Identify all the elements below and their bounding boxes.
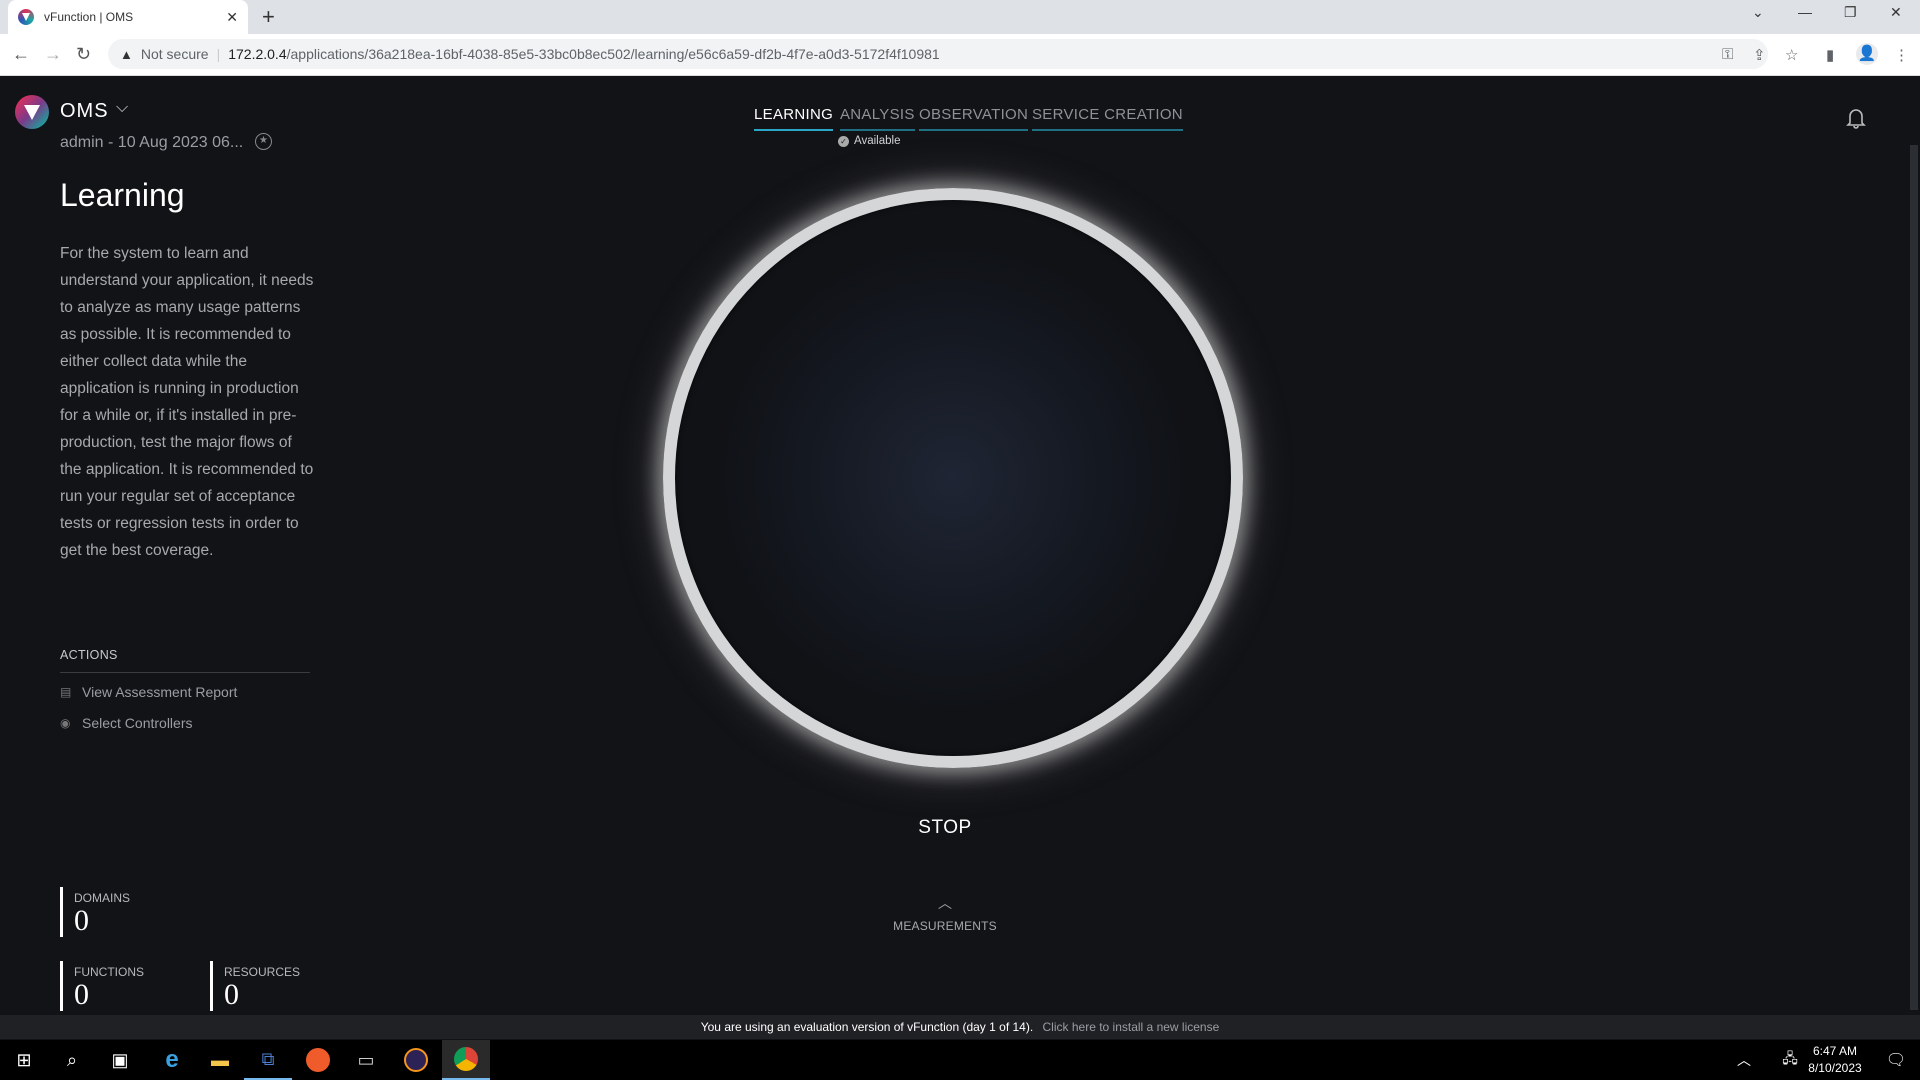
stat-functions: FUNCTIONS 0 (60, 961, 144, 1011)
browser-tab-strip: vFunction | OMS ✕ + ⌄ — ❐ ✕ (0, 0, 1920, 34)
search-icon[interactable]: ⌕ (48, 1040, 96, 1080)
warning-icon: ▲ (120, 46, 133, 62)
status-badge: ✓ Available (838, 135, 900, 147)
forward-icon[interactable]: → (44, 44, 62, 65)
stat-resources: RESOURCES 0 (210, 961, 300, 1011)
tab-title: vFunction | OMS (44, 10, 134, 24)
reload-icon[interactable]: ↻ (76, 44, 91, 65)
new-tab-icon[interactable]: + (262, 4, 275, 30)
show-hidden-icons-icon[interactable]: ︿ (1720, 1040, 1768, 1080)
close-window-icon[interactable]: ✕ (1890, 4, 1902, 21)
bell-icon[interactable] (1846, 107, 1866, 129)
url-input[interactable]: ▲ Not secure | 172.2.0.4/applications/36… (108, 39, 1768, 69)
divider (60, 672, 310, 673)
address-bar-row: ← → ↻ ▲ Not secure | 172.2.0.4/applicati… (0, 34, 1920, 76)
share-icon[interactable]: ⇪ (1753, 46, 1766, 64)
windows-taskbar: ⊞ ⌕ ▣ e ▬ ⧉ ▭ ︿ 🖧 6:47 AM 8/10/2023 🗨 (0, 1040, 1920, 1080)
evaluation-banner: You are using an evaluation version of v… (0, 1015, 1920, 1039)
tab-observation[interactable]: OBSERVATION (919, 106, 1029, 131)
chevron-down-icon[interactable]: ⌵ (116, 99, 128, 117)
terminal-icon[interactable]: ▭ (342, 1040, 390, 1080)
url-text: 172.2.0.4/applications/36a218ea-16bf-403… (228, 46, 940, 62)
task-view-icon[interactable]: ▣ (96, 1040, 144, 1080)
remote-desktop-icon[interactable]: ⧉ (244, 1040, 292, 1080)
app-selector[interactable]: OMS (60, 100, 109, 123)
session-info: admin - 10 Aug 2023 06... (60, 134, 244, 151)
scrollbar[interactable] (1910, 145, 1918, 1010)
windows-start-icon[interactable]: ⊞ (0, 1040, 48, 1080)
tab-search-chevron-icon[interactable]: ⌄ (1752, 4, 1764, 21)
select-controllers-link[interactable]: ◉ Select Controllers (60, 715, 193, 731)
tab-service-creation[interactable]: SERVICE CREATION (1032, 106, 1183, 131)
learning-ring[interactable] (663, 188, 1243, 768)
view-assessment-report-link[interactable]: ▤ View Assessment Report (60, 684, 237, 700)
vfunction-logo (15, 95, 49, 129)
side-panel-icon[interactable]: ▮ (1826, 46, 1834, 64)
learning-description: For the system to learn and understand y… (60, 245, 314, 559)
evaluation-text: You are using an evaluation version of v… (700, 1020, 1034, 1034)
star-icon[interactable]: ★ (255, 133, 272, 150)
minimize-icon[interactable]: — (1798, 4, 1812, 20)
app-page: OMS ⌵ admin - 10 Aug 2023 06... ★ Learni… (0, 77, 1920, 1015)
restore-icon[interactable]: ❐ (1844, 4, 1857, 21)
notifications-icon[interactable]: 🗨 (1872, 1040, 1920, 1080)
install-license-link[interactable]: Click here to install a new license (1043, 1020, 1220, 1034)
document-icon: ▤ (60, 685, 72, 699)
radio-target-icon: ◉ (60, 716, 71, 730)
profile-avatar-icon[interactable]: 👤 (1856, 43, 1878, 65)
postman-icon[interactable] (294, 1040, 342, 1080)
bookmark-star-icon[interactable]: ☆ (1785, 46, 1798, 64)
chrome-icon[interactable] (442, 1040, 490, 1080)
chevron-up-icon[interactable]: ︿ (0, 893, 1890, 913)
tab-analysis[interactable]: ANALYSIS (840, 106, 915, 131)
key-icon[interactable]: ⚿ (1722, 46, 1733, 63)
eclipse-icon[interactable] (392, 1040, 440, 1080)
measurements-toggle[interactable]: MEASUREMENTS (0, 919, 1890, 933)
back-icon[interactable]: ← (12, 44, 30, 65)
page-title: Learning (60, 177, 185, 213)
tab-learning[interactable]: LEARNING (754, 106, 834, 131)
check-circle-icon: ✓ (838, 135, 849, 147)
security-label: Not secure (140, 46, 209, 62)
vfunction-favicon (18, 9, 34, 25)
menu-kebab-icon[interactable]: ⋮ (1894, 46, 1909, 64)
actions-heading: ACTIONS (60, 648, 118, 662)
internet-explorer-icon[interactable]: e (148, 1040, 196, 1080)
stop-button[interactable]: STOP (0, 817, 1890, 839)
browser-tab[interactable]: vFunction | OMS ✕ (8, 0, 248, 34)
close-tab-icon[interactable]: ✕ (226, 9, 238, 26)
system-clock[interactable]: 6:47 AM 8/10/2023 (1800, 1043, 1870, 1077)
file-explorer-icon[interactable]: ▬ (196, 1040, 244, 1080)
